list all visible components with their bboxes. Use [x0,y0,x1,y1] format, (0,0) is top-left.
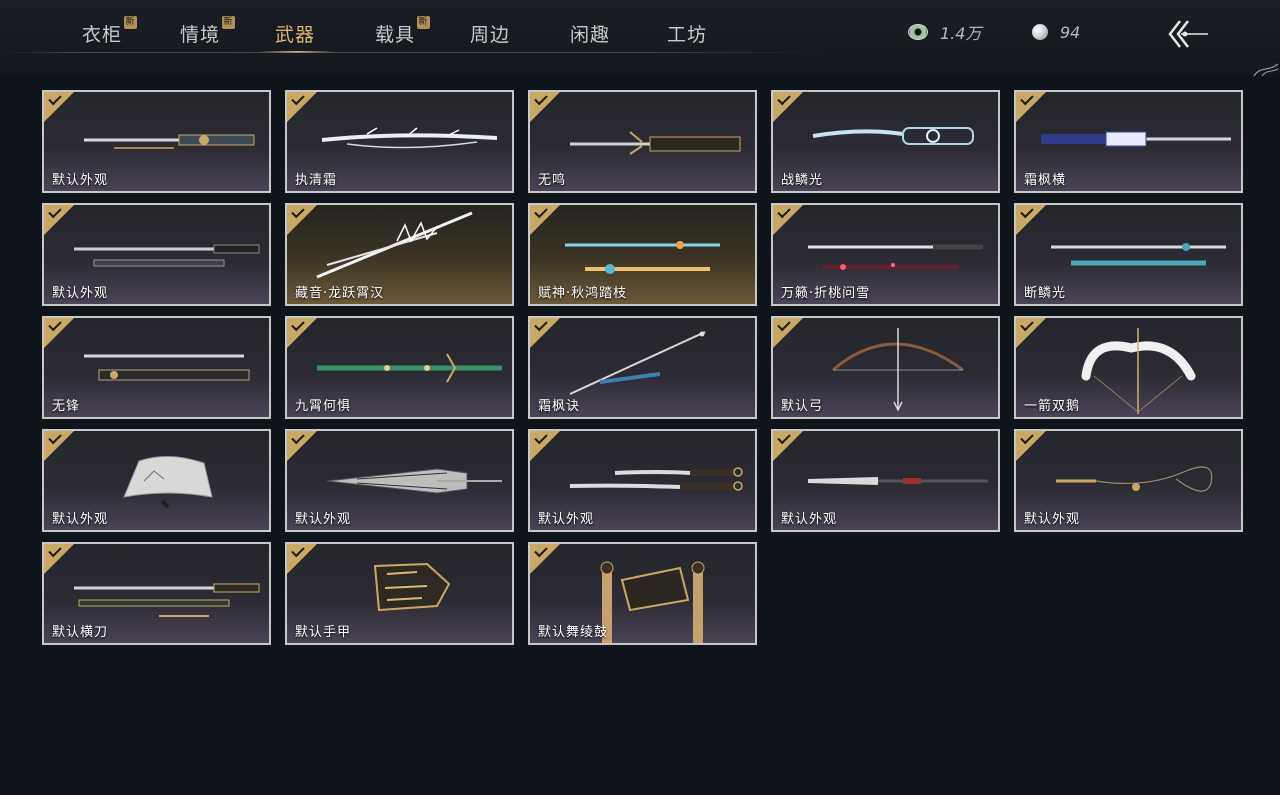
new-badge: 新 [222,16,236,29]
weapon-card[interactable]: 断鳞光 [1014,203,1243,306]
weapon-name: 默认手甲 [295,625,352,640]
tab-weapons[interactable]: 武器 [275,20,315,50]
back-button[interactable] [1166,17,1212,51]
weapon-card[interactable]: 默认外观 [1014,429,1243,532]
jade-amount: 1.4万 [940,24,982,43]
jade-coin-icon [908,24,928,40]
weapon-wardrobe-screen: 衣柜 新 情境 新 武器 载具 新 周边 闲趣 工坊 1.4万 94 默认外观 … [0,0,1280,795]
jade-currency: 1.4万 [908,20,981,44]
tab-label: 闲趣 [570,24,611,46]
tab-leisure[interactable]: 闲趣 [570,20,610,50]
weapon-card[interactable]: 默认外观 [42,90,271,193]
weapon-card[interactable]: 默认外观 [528,429,757,532]
tab-label: 周边 [470,24,511,46]
tab-label: 情境 [180,24,221,46]
weapon-name: 执清霜 [295,173,338,188]
weapon-name: 断鳞光 [1024,286,1067,301]
weapon-card[interactable]: 默认弓 [771,316,1000,419]
weapon-card[interactable]: 默认外观 [42,203,271,306]
weapon-name: 默认外观 [538,512,595,527]
weapon-name: 藏音·龙跃霄汉 [295,286,385,301]
new-badge: 新 [417,16,431,29]
weapon-name: 默认外观 [52,286,109,301]
weapon-name: 霜枫横 [1024,173,1067,188]
tab-label: 工坊 [667,24,708,46]
tab-scene[interactable]: 情境 新 [180,16,236,50]
weapon-name: 万籁·折桃问雪 [781,286,871,301]
weapon-card[interactable]: 一箭双鹅 [1014,316,1243,419]
weapon-name: 无锋 [52,399,81,414]
tab-label: 衣柜 [82,24,123,46]
pearl-currency: 94 [1032,20,1080,44]
nav-divider [0,52,820,53]
weapon-name: 默认舞绫鼓 [538,625,609,640]
weapon-name: 九霄何惧 [295,399,352,414]
weapon-card[interactable]: 九霄何惧 [285,316,514,419]
weapon-card[interactable]: 默认外观 [285,429,514,532]
weapon-name: 默认外观 [52,173,109,188]
tab-label: 载具 [375,24,416,46]
weapon-card[interactable]: 无锋 [42,316,271,419]
weapon-card[interactable]: 默认横刀 [42,542,271,645]
weapon-card[interactable]: 默认手甲 [285,542,514,645]
weapon-name: 默认外观 [52,512,109,527]
weapon-name: 默认外观 [1024,512,1081,527]
weapon-name: 一箭双鹅 [1024,399,1081,414]
weapon-card[interactable]: 藏音·龙跃霄汉 [285,203,514,306]
weapon-card[interactable]: 赋神·秋鸿踏枝 [528,203,757,306]
weapon-name: 霜枫诀 [538,399,581,414]
pearl-icon [1032,24,1048,40]
tab-wardrobe[interactable]: 衣柜 新 [82,16,138,50]
weapon-card[interactable]: 默认外观 [42,429,271,532]
pearl-amount: 94 [1060,22,1081,42]
top-bar: 衣柜 新 情境 新 武器 载具 新 周边 闲趣 工坊 1.4万 94 [0,0,1280,75]
weapon-card[interactable]: 默认外观 [771,429,1000,532]
tab-label: 武器 [275,24,316,46]
weapon-card[interactable]: 执清霜 [285,90,514,193]
weapon-card[interactable]: 默认舞绫鼓 [528,542,757,645]
weapon-name: 默认外观 [295,512,352,527]
weapon-card[interactable]: 战鳞光 [771,90,1000,193]
tab-merch[interactable]: 周边 [470,20,510,50]
tab-vehicles[interactable]: 载具 新 [375,16,431,50]
new-badge: 新 [124,16,138,29]
weapon-name: 默认外观 [781,512,838,527]
weapon-name: 战鳞光 [781,173,824,188]
weapon-card[interactable]: 霜枫横 [1014,90,1243,193]
weapon-card[interactable]: 无鸣 [528,90,757,193]
weapon-card[interactable]: 霜枫诀 [528,316,757,419]
weapon-name: 赋神·秋鸿踏枝 [538,286,628,301]
weapon-name: 默认弓 [781,399,824,414]
back-arrow-icon [1168,20,1208,48]
weapon-name: 默认横刀 [52,625,109,640]
tab-workshop[interactable]: 工坊 [667,20,707,50]
corner-ornament-icon [1253,63,1279,77]
weapon-name: 无鸣 [538,173,567,188]
weapon-card[interactable]: 万籁·折桃问雪 [771,203,1000,306]
